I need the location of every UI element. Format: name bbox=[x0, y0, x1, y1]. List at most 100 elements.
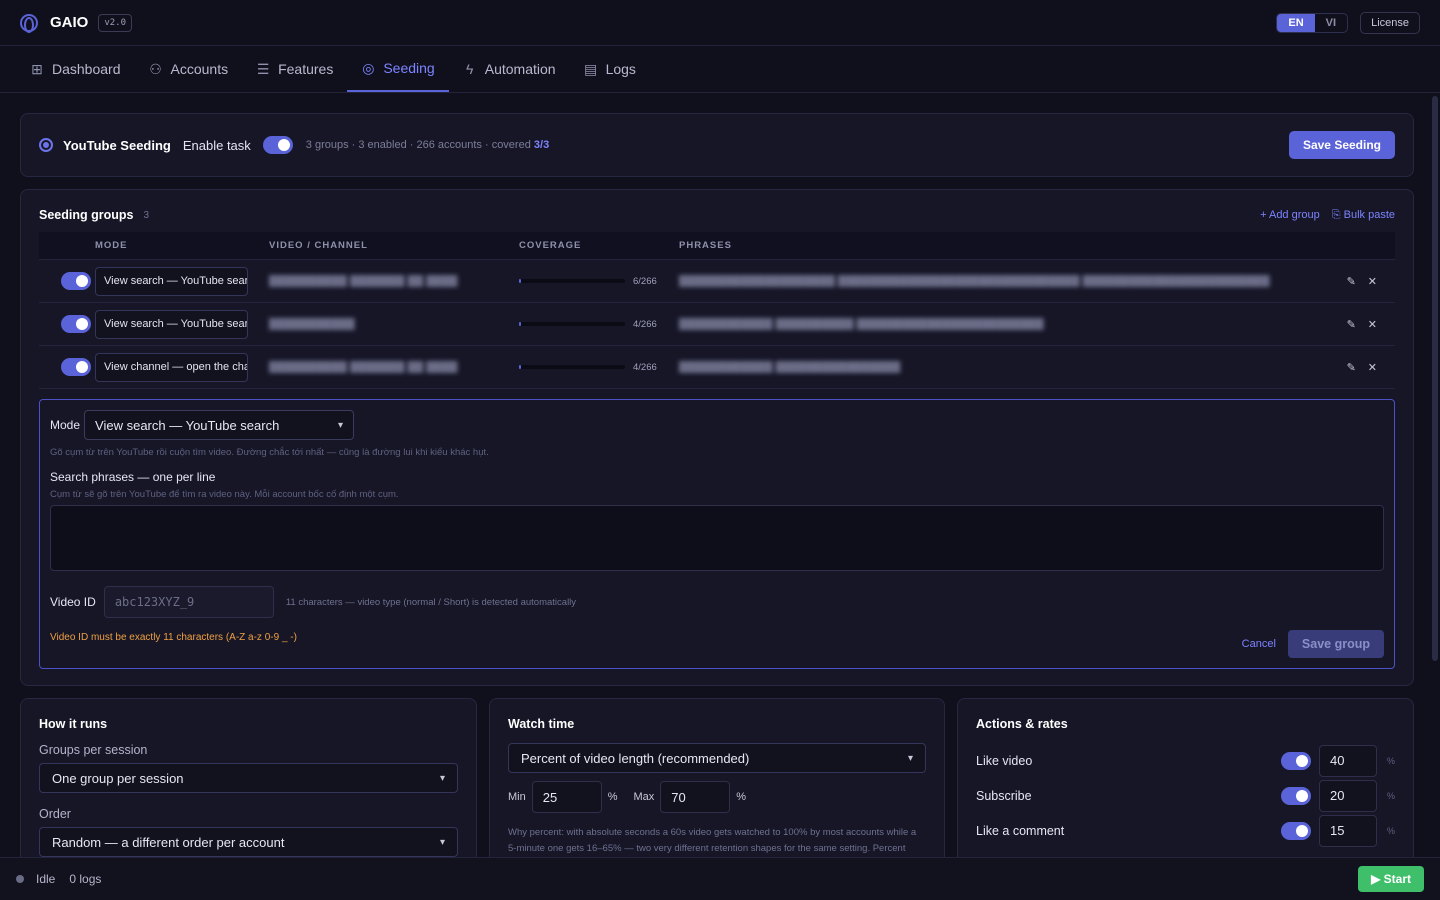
chevron-down-icon: ▾ bbox=[907, 752, 913, 764]
bulk-paste-label: Bulk paste bbox=[1343, 208, 1395, 221]
sliders-icon: ☰ bbox=[256, 60, 270, 77]
rate-unit: % bbox=[1386, 755, 1395, 766]
app-brand: GAIO bbox=[50, 14, 89, 31]
max-input[interactable]: 70 bbox=[660, 781, 731, 813]
edit-icon[interactable]: ✎ bbox=[1347, 275, 1356, 288]
table-header: MODE VIDEO / CHANNEL COVERAGE PHRASES bbox=[39, 232, 1395, 260]
edit-icon[interactable]: ✎ bbox=[1347, 361, 1356, 374]
rate-row-like-video: Like video 40 % bbox=[976, 743, 1395, 778]
status-state: Idle bbox=[36, 872, 56, 886]
tab-features[interactable]: ☰ Features bbox=[256, 46, 347, 92]
video-id-input[interactable]: abc123XYZ_9 bbox=[103, 586, 274, 618]
rate-label: Subscribe bbox=[976, 788, 1032, 803]
tab-logs[interactable]: ▤ Logs bbox=[584, 46, 650, 92]
like-comment-toggle[interactable] bbox=[1280, 821, 1311, 840]
task-title: YouTube Seeding bbox=[63, 137, 171, 153]
users-icon: ⚇ bbox=[149, 60, 162, 77]
tab-automation[interactable]: ϟ Automation bbox=[463, 46, 570, 92]
coverage-text: 4/266 bbox=[633, 318, 657, 330]
group-mode-value: View search — YouTube search bbox=[104, 318, 248, 330]
covered-count: 3/3 bbox=[533, 139, 550, 151]
order-select[interactable]: Random — a different order per account ▾ bbox=[39, 827, 458, 857]
group-mode-select[interactable]: View search — YouTube search▾ bbox=[95, 266, 248, 296]
phrases-textarea[interactable] bbox=[50, 505, 1384, 571]
main-nav: ⊞ Dashboard ⚇ Accounts ☰ Features ◎ Seed… bbox=[0, 46, 1440, 93]
rate-row-subscribe: Subscribe 20 % bbox=[976, 778, 1395, 813]
mode-select[interactable]: View search — YouTube search ▾ bbox=[84, 410, 355, 440]
coverage-fill bbox=[519, 322, 522, 326]
coverage-bar bbox=[519, 279, 625, 283]
groups-per-session-select[interactable]: One group per session ▾ bbox=[39, 763, 458, 793]
min-input[interactable]: 25 bbox=[531, 781, 602, 813]
video-channel-redacted: ██████████ ███████ ██ ████ bbox=[269, 275, 458, 287]
close-icon[interactable]: ✕ bbox=[1368, 318, 1377, 331]
add-group-button[interactable]: + Add group bbox=[1260, 209, 1320, 221]
seeding-groups-card: Seeding groups 3 + Add group ⎘ Bulk past… bbox=[20, 189, 1414, 686]
log-count: 0 logs bbox=[69, 872, 102, 886]
col-coverage-header: COVERAGE bbox=[519, 240, 582, 251]
groups-table: MODE VIDEO / CHANNEL COVERAGE PHRASES Vi… bbox=[39, 232, 1395, 669]
phrases-redacted: ████████████ ██████████ ████████████████… bbox=[679, 318, 1044, 330]
stats-text: 3 groups · 3 enabled · 266 accounts · co… bbox=[305, 139, 531, 151]
version-badge: v2.0 bbox=[98, 13, 133, 32]
chevron-down-icon: ▾ bbox=[439, 772, 445, 784]
cancel-button[interactable]: Cancel bbox=[1242, 638, 1276, 650]
license-button[interactable]: License bbox=[1360, 11, 1420, 34]
edit-icon[interactable]: ✎ bbox=[1347, 318, 1356, 331]
group-mode-select[interactable]: View search — YouTube search▾ bbox=[95, 309, 248, 339]
save-seeding-button[interactable]: Save Seeding bbox=[1288, 131, 1395, 159]
groups-title: Seeding groups bbox=[39, 208, 134, 222]
task-header-card: YouTube Seeding Enable task 3 groups · 3… bbox=[20, 113, 1414, 177]
coverage-fill bbox=[519, 279, 522, 283]
save-group-button[interactable]: Save group bbox=[1287, 630, 1384, 658]
lang-en-button[interactable]: EN bbox=[1277, 13, 1315, 32]
tab-seeding[interactable]: ◎ Seeding bbox=[347, 46, 449, 92]
how-it-runs-panel: How it runs Groups per session One group… bbox=[20, 698, 477, 868]
chevron-down-icon: ▾ bbox=[338, 419, 344, 431]
enable-task-label: Enable task bbox=[182, 137, 251, 153]
watch-time-panel: Watch time Percent of video length (reco… bbox=[489, 698, 945, 870]
clipboard-icon: ⎘ bbox=[1331, 208, 1341, 221]
groups-per-session-value: One group per session bbox=[52, 770, 184, 786]
start-button[interactable]: ▶ Start bbox=[1358, 866, 1424, 892]
tab-label: Accounts bbox=[170, 61, 229, 77]
rate-label: Like a comment bbox=[976, 823, 1065, 838]
like-comment-rate-input[interactable]: 15 bbox=[1318, 814, 1377, 847]
task-stats: 3 groups · 3 enabled · 266 accounts · co… bbox=[306, 139, 549, 151]
page-scrollbar[interactable] bbox=[1432, 96, 1438, 661]
mode-label: Mode bbox=[50, 418, 81, 432]
phrases-redacted: ████████████████████ ███████████████████… bbox=[679, 275, 1270, 287]
coverage-bar bbox=[519, 365, 625, 369]
group-enable-toggle[interactable] bbox=[61, 315, 91, 333]
lang-vi-button[interactable]: VI bbox=[1315, 14, 1347, 32]
like-video-rate-input[interactable]: 40 bbox=[1318, 744, 1377, 777]
tab-dashboard[interactable]: ⊞ Dashboard bbox=[30, 46, 135, 92]
close-icon[interactable]: ✕ bbox=[1368, 361, 1377, 374]
rate-row-like-comment: Like a comment 15 % bbox=[976, 813, 1395, 848]
col-phrases-header: PHRASES bbox=[679, 240, 732, 251]
enable-task-toggle[interactable] bbox=[262, 136, 293, 154]
table-row: View search — YouTube search▾ ██████████… bbox=[39, 303, 1395, 346]
tab-label: Seeding bbox=[383, 60, 435, 76]
group-enable-toggle[interactable] bbox=[61, 358, 91, 376]
bulk-paste-button[interactable]: ⎘ Bulk paste bbox=[1332, 209, 1395, 222]
like-video-toggle[interactable] bbox=[1280, 751, 1311, 770]
group-mode-select[interactable]: View channel — open the channel▾ bbox=[95, 352, 248, 382]
min-unit: % bbox=[607, 791, 618, 803]
col-video-header: VIDEO / CHANNEL bbox=[269, 240, 368, 251]
actions-rates-panel: Actions & rates Like video 40 % Subscrib… bbox=[957, 698, 1414, 868]
close-icon[interactable]: ✕ bbox=[1368, 275, 1377, 288]
watch-mode-value: Percent of video length (recommended) bbox=[521, 750, 750, 766]
tab-label: Logs bbox=[605, 61, 636, 77]
subscribe-rate-input[interactable]: 20 bbox=[1318, 779, 1377, 812]
tab-accounts[interactable]: ⚇ Accounts bbox=[149, 46, 243, 92]
watch-title: Watch time bbox=[508, 717, 575, 731]
watch-mode-select[interactable]: Percent of video length (recommended) ▾ bbox=[508, 743, 926, 773]
group-enable-toggle[interactable] bbox=[61, 272, 91, 290]
language-switch: EN VI bbox=[1276, 12, 1349, 33]
target-icon: ◎ bbox=[362, 59, 375, 76]
video-id-error: Video ID must be exactly 11 characters (… bbox=[50, 632, 297, 643]
scroll-icon: ▤ bbox=[583, 60, 598, 77]
coverage-fill bbox=[519, 365, 522, 369]
subscribe-toggle[interactable] bbox=[1280, 786, 1311, 805]
